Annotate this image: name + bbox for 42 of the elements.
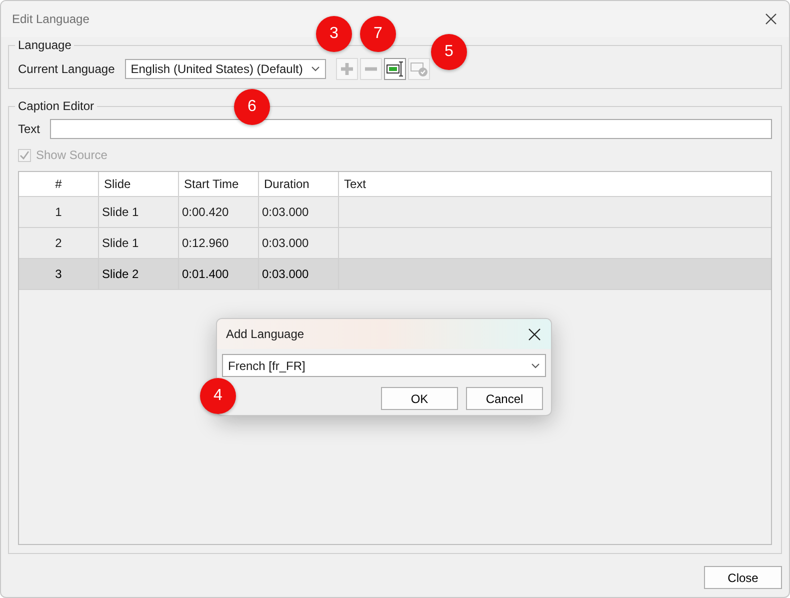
column-header[interactable]: Duration bbox=[259, 172, 339, 196]
caret-icon bbox=[531, 362, 540, 368]
close-button[interactable]: Close bbox=[704, 566, 782, 589]
text-field[interactable] bbox=[50, 119, 772, 139]
table-cell: 0:03.000 bbox=[262, 205, 309, 219]
table-cell: 0:03.000 bbox=[262, 267, 309, 281]
table-cell: Slide 2 bbox=[102, 267, 139, 281]
caret-icon bbox=[310, 66, 320, 72]
checkbox-label: Show Source bbox=[36, 148, 108, 162]
table-row[interactable]: 3 Slide 2 0:01.400 0:03.000 bbox=[19, 259, 771, 290]
dialog-button[interactable]: OK bbox=[381, 387, 458, 410]
group-legend: Language bbox=[15, 38, 74, 52]
field-label: Text bbox=[18, 122, 40, 136]
table-cell: 1 bbox=[55, 205, 62, 219]
dialog-button[interactable]: Cancel bbox=[466, 387, 543, 410]
table-cell: 0:01.400 bbox=[182, 267, 229, 281]
monitor-check-icon bbox=[410, 61, 428, 77]
table-cell: 0:00.420 bbox=[182, 205, 229, 219]
table-row[interactable]: 2 Slide 1 0:12.960 0:03.000 bbox=[19, 228, 771, 259]
table-cell: 3 bbox=[55, 267, 62, 281]
table-cell: 0:12.960 bbox=[182, 236, 229, 250]
language-dropdown[interactable]: English (United States) (Default) bbox=[124, 59, 326, 79]
close-icon[interactable] bbox=[528, 328, 541, 340]
table-cell: Slide 1 bbox=[102, 205, 139, 219]
column-header[interactable]: # bbox=[19, 172, 99, 196]
table-cell: Slide 1 bbox=[102, 236, 139, 250]
dialog-title: Add Language bbox=[226, 327, 304, 341]
close-icon[interactable] bbox=[765, 13, 777, 25]
field-label: Current Language bbox=[18, 62, 115, 76]
callout-badge: 5 bbox=[431, 34, 467, 70]
table-cell: 0:03.000 bbox=[262, 236, 309, 250]
column-header[interactable]: Slide bbox=[99, 172, 179, 196]
window-title: Edit Language bbox=[12, 12, 90, 26]
plus-icon bbox=[340, 62, 354, 76]
column-header[interactable]: Start Time bbox=[179, 172, 259, 196]
table-cell: 2 bbox=[55, 236, 62, 250]
group-legend: Caption Editor bbox=[15, 99, 98, 113]
language-dropdown[interactable]: French [fr_FR] bbox=[222, 354, 546, 377]
table-row[interactable]: 1 Slide 1 0:00.420 0:03.000 bbox=[19, 197, 771, 228]
callout-badge: 6 bbox=[234, 89, 270, 125]
toolbar-button[interactable] bbox=[384, 58, 406, 80]
column-header[interactable]: Text bbox=[339, 172, 771, 196]
